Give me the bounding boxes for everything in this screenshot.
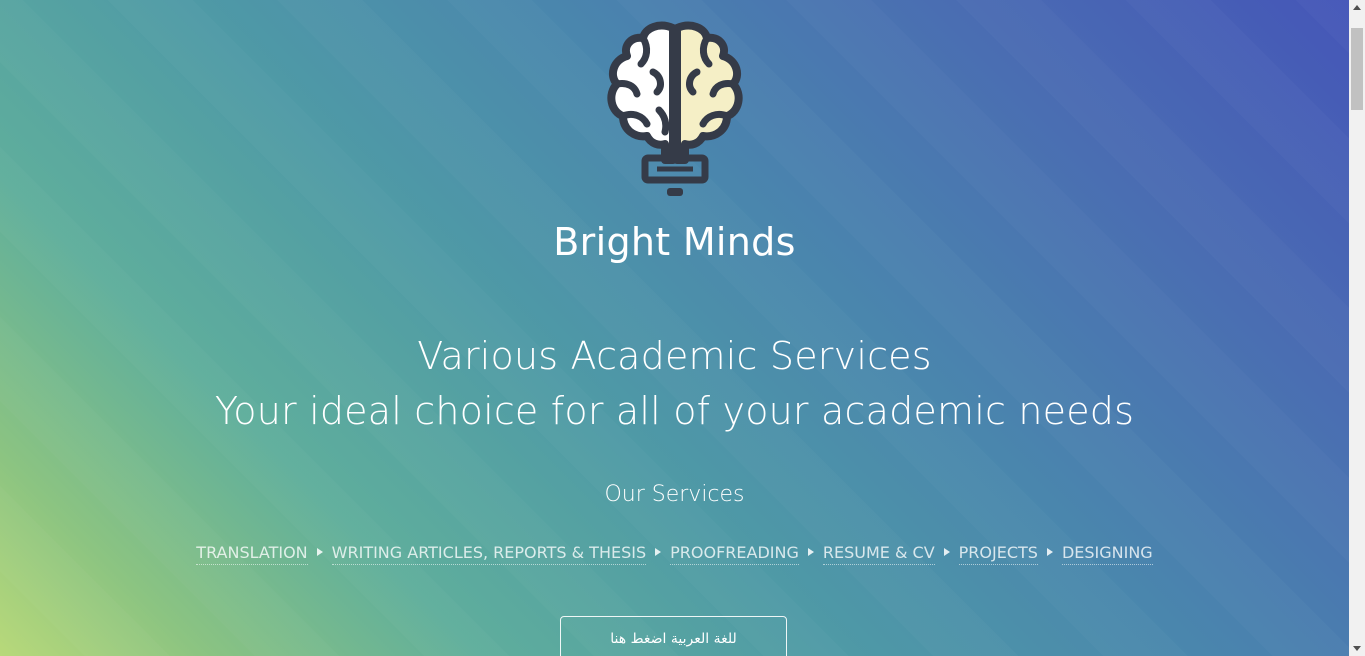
- service-link-designing[interactable]: DESIGNING: [1061, 543, 1153, 565]
- service-link-resume[interactable]: RESUME & CV: [822, 543, 935, 565]
- scrollbar-thumb[interactable]: [1351, 28, 1363, 110]
- scroll-up-button[interactable]: [1349, 0, 1365, 16]
- brain-lightbulb-icon: [607, 21, 743, 196]
- site-title: Bright Minds: [553, 220, 796, 264]
- triangle-right-icon: [943, 548, 950, 556]
- service-link-proofreading[interactable]: PROOFREADING: [670, 543, 799, 565]
- service-link-projects[interactable]: PROJECTS: [958, 543, 1038, 565]
- triangle-right-icon: [1046, 548, 1053, 556]
- service-link-writing[interactable]: WRITING ARTICLES, REPORTS & THESIS: [331, 543, 647, 565]
- vertical-scrollbar[interactable]: [1349, 0, 1365, 656]
- scroll-down-button[interactable]: [1349, 640, 1365, 656]
- triangle-right-icon: [807, 548, 814, 556]
- arrow-down-icon: [1353, 646, 1361, 651]
- arabic-language-button[interactable]: للغة العربية اضغط هنا: [560, 616, 787, 656]
- hero-section: Bright Minds Various Academic Services Y…: [0, 0, 1349, 656]
- services-nav: TRANSLATION WRITING ARTICLES, REPORTS & …: [0, 543, 1349, 565]
- triangle-right-icon: [316, 548, 323, 556]
- tagline-line2: Your ideal choice for all of your academ…: [214, 389, 1135, 433]
- tagline-line1: Various Academic Services: [417, 334, 932, 378]
- triangle-right-icon: [655, 548, 662, 556]
- arrow-up-icon: [1353, 5, 1361, 10]
- service-link-translation[interactable]: TRANSLATION: [196, 543, 308, 565]
- services-heading: Our Services: [604, 482, 745, 507]
